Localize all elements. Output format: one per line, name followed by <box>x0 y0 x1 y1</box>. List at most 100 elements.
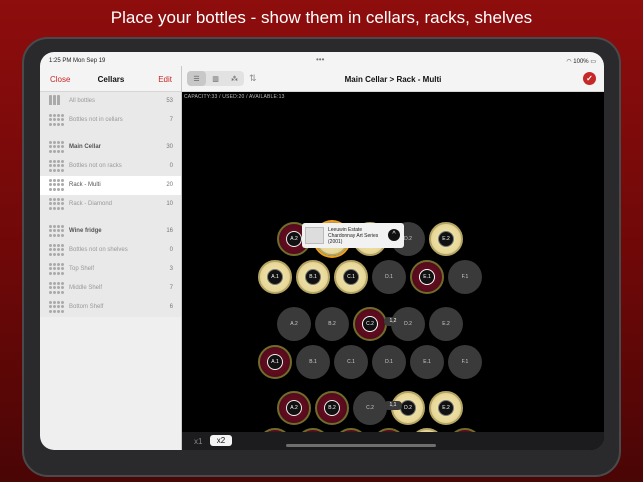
bottle-cap: A.1 <box>267 354 283 370</box>
edit-button[interactable]: Edit <box>158 75 172 84</box>
sidebar-item[interactable]: Main Cellar 30 <box>40 138 181 157</box>
fridge-icon <box>49 225 64 237</box>
sidebar-item-count: 6 <box>169 304 173 310</box>
bottle-cap: A.2 <box>286 400 302 416</box>
rack-slot[interactable]: F.1 <box>448 345 482 379</box>
rack-slot[interactable]: E.2 <box>429 222 463 256</box>
sidebar-item-label: Bottom Shelf <box>69 304 104 310</box>
sidebar-item-label: Main Cellar <box>69 144 102 150</box>
rack-slot[interactable]: E.1 <box>410 260 444 294</box>
status-battery: ◠ 100% ▭ <box>566 59 596 65</box>
rack-icon <box>49 114 64 126</box>
sidebar-item-count: 53 <box>166 98 173 104</box>
headline: Place your bottles - show them in cellar… <box>110 8 533 27</box>
rack-slot[interactable]: C.1 <box>334 345 368 379</box>
rack-slot[interactable]: F.1 <box>448 260 482 294</box>
rack-slot[interactable]: D.1 <box>372 345 406 379</box>
sidebar-item[interactable]: Rack - Multi 20 <box>40 176 181 195</box>
slot-label: B.1 <box>309 359 317 365</box>
sidebar-item-count: 3 <box>169 266 173 272</box>
slot-label: D.1 <box>385 274 393 280</box>
sidebar-item[interactable]: Middle Shelf 7 <box>40 279 181 298</box>
sidebar-item[interactable]: Bottles not on racks 0 <box>40 157 181 176</box>
sidebar-item[interactable]: Rack - Diamond 10 <box>40 195 181 214</box>
rack-icon <box>49 198 64 210</box>
rack-slot[interactable]: A.2 <box>277 307 311 341</box>
slot-label: A.2 <box>290 405 298 411</box>
rack-slot[interactable]: C.1 <box>334 260 368 294</box>
rack-slot[interactable]: C.2 <box>353 307 387 341</box>
slot-label: A.1 <box>271 274 279 280</box>
main-panel: ☰ ▥ ⁂ ⇅ Main Cellar > Rack - Multi ✓ CAP… <box>182 66 604 450</box>
bottle-tooltip[interactable]: Leeuwin Estate Chardonnay Art Series (20… <box>302 223 404 248</box>
bottle-cap: B.2 <box>324 400 340 416</box>
rack-icon <box>49 301 64 313</box>
sidebar-item-count: 30 <box>166 144 173 150</box>
cellar-list: All bottles 53 Bottles not in cellars 7 Main… <box>40 92 181 317</box>
slot-label: B.1 <box>309 274 317 280</box>
sidebar-item-count: 10 <box>166 201 173 207</box>
sidebar-item[interactable]: Top Shelf 3 <box>40 260 181 279</box>
bottle-cap: C.1 <box>343 269 359 285</box>
sidebar-item[interactable]: Bottles not on shelves 0 <box>40 241 181 260</box>
rack-slot[interactable]: B.2 <box>315 391 349 425</box>
zoom-x1-button[interactable]: x1 <box>194 437 202 446</box>
bottle-cap: E.2 <box>438 231 454 247</box>
sidebar-item[interactable]: Bottles not in cellars 7 <box>40 111 181 130</box>
bottle-cap: E.1 <box>419 269 435 285</box>
rack-slot[interactable]: B.2 <box>315 307 349 341</box>
rack-slot[interactable]: A.2 <box>277 391 311 425</box>
status-bar: 1:25 PM Mon Sep 19 ••• ◠ 100% ▭ <box>40 52 604 66</box>
wine-label-thumbnail <box>305 227 324 244</box>
main-title: Main Cellar > Rack - Multi <box>344 75 442 84</box>
slot-label: D.2 <box>404 321 412 327</box>
bottle-cap: A.2 <box>286 231 302 247</box>
sidebar-item[interactable]: Bottom Shelf 6 <box>40 298 181 317</box>
bottle-cap: C.2 <box>362 316 378 332</box>
sidebar-item-count: 16 <box>166 228 173 234</box>
rack-slot[interactable]: C.2 <box>353 391 387 425</box>
slot-label: C.2 <box>366 321 374 327</box>
bottles-icon <box>49 95 61 107</box>
sidebar-item-label: All bottles <box>69 98 96 104</box>
sidebar: Close Cellars Edit All bottles 53 Bottles … <box>40 66 182 450</box>
chevron-up-icon[interactable]: ^ <box>388 229 400 241</box>
slot-label: A.2 <box>290 321 298 327</box>
bottle-cap: B.1 <box>305 269 321 285</box>
zoom-bar: x1 x2 <box>182 432 604 450</box>
rack-icon <box>49 141 64 153</box>
sidebar-item-label: Bottles not on racks <box>69 163 122 169</box>
rack-slot[interactable]: E.2 <box>429 391 463 425</box>
slot-label: D.2 <box>404 405 412 411</box>
slot-label: C.2 <box>366 405 374 411</box>
app-logo-icon[interactable]: ✓ <box>583 72 596 85</box>
slot-label: B.2 <box>328 405 336 411</box>
rack-slot[interactable]: E.1 <box>410 345 444 379</box>
slot-label: E.2 <box>442 321 450 327</box>
list-gap <box>40 130 181 138</box>
rack-icon <box>49 179 64 191</box>
shelf-label: 1,1 <box>384 401 402 410</box>
slot-label: F.1 <box>461 359 469 365</box>
sidebar-item[interactable]: All bottles 53 <box>40 92 181 111</box>
slot-label: E.1 <box>423 359 431 365</box>
sidebar-item-count: 0 <box>169 247 173 253</box>
rack-slot[interactable]: E.2 <box>429 307 463 341</box>
home-indicator <box>286 444 436 447</box>
sidebar-item-count: 20 <box>166 182 173 188</box>
capacity-summary: CAPACITY:33 / USED:20 / AVAILABLE:13 <box>184 94 285 100</box>
rack-slot[interactable]: B.1 <box>296 260 330 294</box>
sidebar-item[interactable]: Wine fridge 16 <box>40 222 181 241</box>
multitask-dots[interactable]: ••• <box>316 55 324 64</box>
sidebar-item-label: Bottles not in cellars <box>69 117 123 123</box>
slot-label: A.2 <box>290 236 298 242</box>
sidebar-item-label: Rack - Multi <box>69 182 101 188</box>
zoom-x2-button[interactable]: x2 <box>210 435 232 446</box>
sidebar-item-label: Wine fridge <box>69 228 102 234</box>
sidebar-item-label: Middle Shelf <box>69 285 103 291</box>
rack-slot[interactable]: A.1 <box>258 345 292 379</box>
rack-slot[interactable]: D.1 <box>372 260 406 294</box>
rack-slot[interactable]: A.1 <box>258 260 292 294</box>
rack-slot[interactable]: B.1 <box>296 345 330 379</box>
slot-label: E.2 <box>442 405 450 411</box>
